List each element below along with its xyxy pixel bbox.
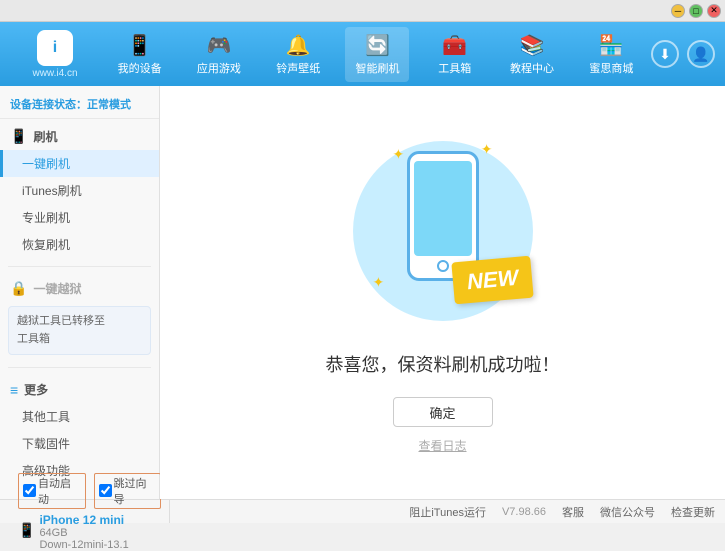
smart-flash-icon: 🔄	[365, 33, 390, 58]
nav-my-device-label: 我的设备	[118, 60, 162, 76]
sidebar: 设备连接状态：正常模式 📱 刷机 一键刷机 iTunes刷机 专业刷机 恢复刷机…	[0, 86, 160, 499]
jailbreak-notice-line2: 工具箱	[17, 333, 50, 345]
jailbreak-notice-box: 越狱工具已转移至 工具箱	[8, 306, 151, 355]
top-nav: i www.i4.cn 📱 我的设备 🎮 应用游戏 🔔 铃声壁纸 🔄 智能刷机 …	[0, 22, 725, 86]
skip-guide-text: 跳过向导	[114, 475, 157, 507]
nav-misi-store[interactable]: 🏪 蜜思商城	[579, 27, 643, 82]
bottom-bar-left: 自动启动 跳过向导 📱 iPhone 12 mini 64GB Down-12m…	[10, 500, 170, 523]
checkboxes-row: 自动启动 跳过向导	[18, 473, 161, 509]
close-button[interactable]: ✕	[707, 4, 721, 18]
bottom-main: 阻止iTunes运行 V7.98.66 客服 微信公众号 检查更新	[170, 504, 715, 520]
main-area: 设备连接状态：正常模式 📱 刷机 一键刷机 iTunes刷机 专业刷机 恢复刷机…	[0, 86, 725, 499]
flash-section-header: 📱 刷机	[0, 123, 159, 150]
more-section-header: ≡ 更多	[0, 376, 159, 403]
device-row: 📱 iPhone 12 mini 64GB Down-12mini-13.1	[18, 511, 161, 551]
skip-guide-checkbox[interactable]	[99, 484, 112, 497]
my-device-icon: 📱	[127, 33, 152, 58]
auto-start-checkbox[interactable]	[23, 484, 36, 497]
phone-screen	[414, 161, 472, 256]
wechat-link[interactable]: 微信公众号	[600, 504, 655, 520]
nav-tutorial[interactable]: 📚 教程中心	[500, 27, 564, 82]
sparkle-1: ✦	[393, 146, 405, 163]
support-link[interactable]: 客服	[562, 504, 584, 520]
tutorial-icon: 📚	[520, 33, 545, 58]
device-status-bar: 设备连接状态：正常模式	[0, 90, 159, 119]
bottom-bar: 自动启动 跳过向导 📱 iPhone 12 mini 64GB Down-12m…	[0, 499, 725, 523]
nav-items: 📱 我的设备 🎮 应用游戏 🔔 铃声壁纸 🔄 智能刷机 🧰 工具箱 📚 教程中心…	[100, 27, 651, 82]
more-section-label: 更多	[24, 381, 48, 398]
maximize-button[interactable]: □	[689, 4, 703, 18]
device-info: iPhone 12 mini 64GB Down-12mini-13.1	[39, 513, 128, 551]
sparkle-3: ✦	[373, 274, 385, 291]
sidebar-divider-2	[8, 367, 151, 368]
sparkle-2: ✦	[481, 141, 493, 158]
sidebar-item-other-tools[interactable]: 其他工具	[0, 403, 159, 430]
logo-icon: i	[37, 30, 73, 66]
toolbox-icon: 🧰	[442, 33, 467, 58]
apps-games-icon: 🎮	[206, 33, 231, 58]
flash-section-label: 刷机	[33, 128, 57, 145]
sidebar-divider-1	[8, 266, 151, 267]
nav-apps-games-label: 应用游戏	[197, 60, 241, 76]
device-icon: 📱	[18, 522, 35, 539]
more-section: ≡ 更多 其他工具 下载固件 高级功能	[0, 372, 159, 488]
status-value: 正常模式	[87, 99, 131, 111]
device-firmware: Down-12mini-13.1	[39, 539, 128, 551]
jailbreak-section-header: 🔒 一键越狱	[0, 275, 159, 302]
status-prefix: 设备连接状态：	[10, 99, 87, 111]
nav-smart-flash[interactable]: 🔄 智能刷机	[345, 27, 409, 82]
calendar-link[interactable]: 查看日志	[418, 437, 466, 454]
confirm-button[interactable]: 确定	[393, 397, 493, 427]
title-bar: ─ □ ✕	[0, 0, 725, 22]
flash-section: 📱 刷机 一键刷机 iTunes刷机 专业刷机 恢复刷机	[0, 119, 159, 262]
jailbreak-label: 一键越狱	[33, 280, 81, 297]
nav-toolbox-label: 工具箱	[438, 60, 471, 76]
nav-apps-games[interactable]: 🎮 应用游戏	[187, 27, 251, 82]
phone-home-button	[437, 260, 449, 272]
device-storage: 64GB	[39, 527, 128, 539]
check-update-link[interactable]: 检查更新	[671, 504, 715, 520]
sidebar-item-one-key-flash[interactable]: 一键刷机	[0, 150, 159, 177]
logo-text: www.i4.cn	[32, 68, 77, 79]
skip-guide-label[interactable]: 跳过向导	[94, 473, 162, 509]
auto-start-label[interactable]: 自动启动	[18, 473, 86, 509]
nav-my-device[interactable]: 📱 我的设备	[108, 27, 172, 82]
logo-area: i www.i4.cn	[10, 30, 100, 79]
nav-smart-flash-label: 智能刷机	[355, 60, 399, 76]
jailbreak-icon: 🔒	[10, 280, 27, 297]
nav-ringtone-label: 铃声壁纸	[276, 60, 320, 76]
nav-misi-store-label: 蜜思商城	[589, 60, 633, 76]
jailbreak-notice-line1: 越狱工具已转移至	[17, 315, 105, 327]
more-section-icon: ≡	[10, 382, 18, 398]
jailbreak-section: 🔒 一键越狱 越狱工具已转移至 工具箱	[0, 271, 159, 363]
sidebar-item-pro-flash[interactable]: 专业刷机	[0, 204, 159, 231]
version-text: V7.98.66	[502, 506, 546, 518]
download-button[interactable]: ⬇	[651, 40, 679, 68]
nav-toolbox[interactable]: 🧰 工具箱	[425, 27, 485, 82]
content-area: ✦ ✦ ✦ NEW 恭喜您，保资料刷机成功啦！ 确定 查看日志	[160, 86, 725, 499]
nav-tutorial-label: 教程中心	[510, 60, 554, 76]
flash-section-icon: 📱	[10, 128, 27, 145]
phone-illustration: ✦ ✦ ✦ NEW	[343, 131, 543, 331]
account-button[interactable]: 👤	[687, 40, 715, 68]
minimize-button[interactable]: ─	[671, 4, 685, 18]
nav-right-buttons: ⬇ 👤	[651, 40, 715, 68]
success-text: 恭喜您，保资料刷机成功啦！	[326, 351, 560, 377]
ringtone-icon: 🔔	[286, 33, 311, 58]
sidebar-item-itunes-flash[interactable]: iTunes刷机	[0, 177, 159, 204]
nav-ringtone[interactable]: 🔔 铃声壁纸	[266, 27, 330, 82]
stop-itunes-link[interactable]: 阻止iTunes运行	[409, 504, 486, 520]
auto-start-text: 自动启动	[38, 475, 81, 507]
misi-store-icon: 🏪	[599, 33, 624, 58]
new-badge: NEW	[451, 256, 534, 305]
sidebar-item-restore-flash[interactable]: 恢复刷机	[0, 231, 159, 258]
device-name: iPhone 12 mini	[39, 513, 128, 527]
sidebar-item-download-firmware[interactable]: 下载固件	[0, 430, 159, 457]
